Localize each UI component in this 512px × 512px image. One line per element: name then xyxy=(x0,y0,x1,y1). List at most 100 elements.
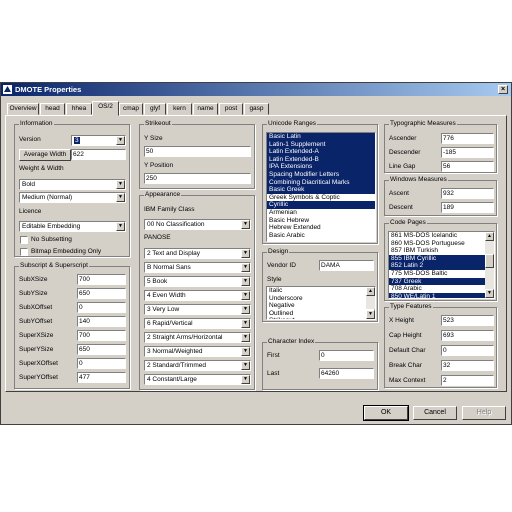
scroll-down-icon[interactable]: ▼ xyxy=(366,310,375,319)
panose-midline-dropdown[interactable]: 2 Standard/Trimmed ▼ xyxy=(144,360,251,371)
list-item[interactable]: 852 Latin 2 xyxy=(389,262,485,270)
width-dropdown[interactable]: Medium (Normal) ▼ xyxy=(19,192,126,203)
list-item[interactable]: Basic Latin xyxy=(267,133,375,141)
code-pages-list[interactable]: 861 MS-DOS Icelandic 860 MS-DOS Portugues… xyxy=(388,231,495,299)
weight-dropdown[interactable]: Bold ▼ xyxy=(19,179,126,190)
bitmap-only-checkbox[interactable] xyxy=(20,248,28,256)
character-index-group: Character Index First 0 Last 64260 xyxy=(262,338,378,390)
list-item[interactable]: Latin-1 Supplement xyxy=(267,140,375,149)
tab-hhea[interactable]: hhea xyxy=(66,103,92,115)
average-width-field[interactable]: 622 xyxy=(71,149,126,160)
cap-height-field[interactable]: 693 xyxy=(441,330,494,341)
tab-post[interactable]: post xyxy=(219,103,243,115)
no-subsetting-checkbox[interactable] xyxy=(20,236,28,244)
scroll-up-icon[interactable]: ▲ xyxy=(485,232,494,241)
list-item[interactable]: 857 IBM Turkish xyxy=(389,247,485,255)
superyoffset-field[interactable]: 477 xyxy=(77,372,126,383)
ascent-field[interactable]: 932 xyxy=(441,188,494,199)
first-field[interactable]: 0 xyxy=(319,350,374,361)
vendor-id-field[interactable]: DAMA xyxy=(319,260,374,271)
panose-stroke-dropdown[interactable]: 6 Rapid/Vertical ▼ xyxy=(144,318,251,329)
list-item[interactable]: Latin Extended-A xyxy=(267,148,375,156)
list-item[interactable]: 855 IBM Cyrillic xyxy=(389,254,485,263)
list-item[interactable]: Basic Greek xyxy=(267,186,375,194)
list-item[interactable]: Italic xyxy=(267,287,366,295)
break-char-field[interactable]: 32 xyxy=(441,360,494,371)
ibm-family-dropdown[interactable]: 00 No Classification ▼ xyxy=(144,219,251,230)
tab-cmap[interactable]: cmap xyxy=(119,103,143,115)
list-item[interactable]: 775 MS-DOS Baltic xyxy=(389,270,485,278)
scrollbar[interactable]: ▲ ▼ xyxy=(485,232,494,298)
subxoffset-label: SubXOffset xyxy=(19,304,53,311)
list-item[interactable]: Greek Symbols & Coptic xyxy=(267,194,375,202)
descent-field[interactable]: 189 xyxy=(441,202,494,213)
subysize-field[interactable]: 650 xyxy=(77,288,126,299)
x-height-field[interactable]: 523 xyxy=(441,315,494,326)
subyoffset-field[interactable]: 140 xyxy=(77,316,126,327)
panose-contrast-dropdown[interactable]: 3 Very Low ▼ xyxy=(144,304,251,315)
unicode-ranges-list[interactable]: Basic Latin Latin-1 Supplement Latin Exten… xyxy=(266,132,376,242)
panose-xheight-dropdown[interactable]: 4 Constant/Large ▼ xyxy=(144,374,251,385)
list-item[interactable]: Hebrew Extended xyxy=(267,224,375,232)
default-char-field[interactable]: 0 xyxy=(441,345,494,356)
version-dropdown[interactable]: 3 ▼ xyxy=(71,135,126,146)
list-item[interactable]: 737 Greek xyxy=(389,277,485,286)
list-item[interactable]: Spacing Modifier Letters xyxy=(267,170,375,179)
ysize-field[interactable]: 50 xyxy=(144,146,251,157)
scroll-down-icon[interactable]: ▼ xyxy=(485,289,494,298)
list-item[interactable]: Basic Hebrew xyxy=(267,217,375,225)
scroll-thumb[interactable] xyxy=(485,254,494,268)
list-item[interactable]: Latin Extended-B xyxy=(267,155,375,164)
panose-letterform-dropdown[interactable]: 3 Normal/Weighted ▼ xyxy=(144,346,251,357)
tab-glyf[interactable]: glyf xyxy=(144,103,166,115)
list-item[interactable]: 861 MS-DOS Icelandic xyxy=(389,232,485,240)
panose-serif-dropdown[interactable]: B Normal Sans ▼ xyxy=(144,262,251,273)
subxsize-field[interactable]: 700 xyxy=(77,274,126,285)
close-button[interactable]: × xyxy=(498,85,508,94)
ascender-field[interactable]: 776 xyxy=(441,133,494,144)
tab-overview[interactable]: Overview xyxy=(7,103,39,115)
style-list[interactable]: ItalicUnderscoreNegativeOutlinedStrikeou… xyxy=(266,286,376,320)
list-item[interactable]: Combining Diacritical Marks xyxy=(267,178,375,187)
list-item[interactable]: Underscore xyxy=(267,295,366,303)
last-field[interactable]: 64260 xyxy=(319,368,374,379)
list-item[interactable]: Negative xyxy=(267,302,366,310)
panose-weight-dropdown[interactable]: 5 Book ▼ xyxy=(144,276,251,287)
list-item[interactable]: 850 WE/Latin 1 xyxy=(389,292,485,298)
tab-kern[interactable]: kern xyxy=(167,103,192,115)
list-item[interactable]: 708 Arabic xyxy=(389,285,485,293)
average-width-button[interactable]: Average Width xyxy=(19,149,71,161)
panose-arm-dropdown[interactable]: 2 Straight Arms/Horizontal ▼ xyxy=(144,332,251,343)
list-item[interactable]: Cyrillic xyxy=(267,201,375,209)
list-item[interactable]: IPA Extensions xyxy=(267,163,375,171)
tab-head[interactable]: head xyxy=(40,103,65,115)
tab-os2[interactable]: OS/2 xyxy=(92,101,119,116)
list-item[interactable]: 860 MS-DOS Portuguese xyxy=(389,240,485,248)
yposition-field[interactable]: 250 xyxy=(144,173,251,184)
max-context-field[interactable]: 2 xyxy=(441,375,494,386)
superxsize-field[interactable]: 700 xyxy=(77,330,126,341)
panose-family-dropdown[interactable]: 2 Text and Display ▼ xyxy=(144,248,251,259)
list-item[interactable]: Armenian xyxy=(267,209,375,217)
scrollbar[interactable]: ▲ ▼ xyxy=(366,287,375,319)
list-item[interactable]: Strikeout xyxy=(267,317,366,319)
superxoffset-field[interactable]: 0 xyxy=(77,358,126,369)
tab-name[interactable]: name xyxy=(193,103,218,115)
line-gap-field[interactable]: 56 xyxy=(441,161,494,172)
superysize-field[interactable]: 650 xyxy=(77,344,126,355)
list-item[interactable]: Outlined xyxy=(267,310,366,318)
panose-proportion-dropdown[interactable]: 4 Even Width ▼ xyxy=(144,290,251,301)
chevron-down-icon: ▼ xyxy=(116,222,125,231)
ok-button[interactable]: OK xyxy=(363,405,409,421)
licence-dropdown[interactable]: Editable Embedding ▼ xyxy=(19,221,126,232)
tab-gasp[interactable]: gasp xyxy=(244,103,269,115)
chevron-down-icon: ▼ xyxy=(116,136,125,145)
ysize-label: Y Size xyxy=(144,135,163,142)
scroll-up-icon[interactable]: ▲ xyxy=(366,287,375,296)
title-bar[interactable]: DMOTE Properties × xyxy=(1,83,511,96)
descender-field[interactable]: -185 xyxy=(441,147,494,158)
help-button[interactable]: Help xyxy=(462,406,506,420)
cancel-button[interactable]: Cancel xyxy=(413,406,457,420)
list-item[interactable]: Basic Arabic xyxy=(267,232,375,240)
subxoffset-field[interactable]: 0 xyxy=(77,302,126,313)
